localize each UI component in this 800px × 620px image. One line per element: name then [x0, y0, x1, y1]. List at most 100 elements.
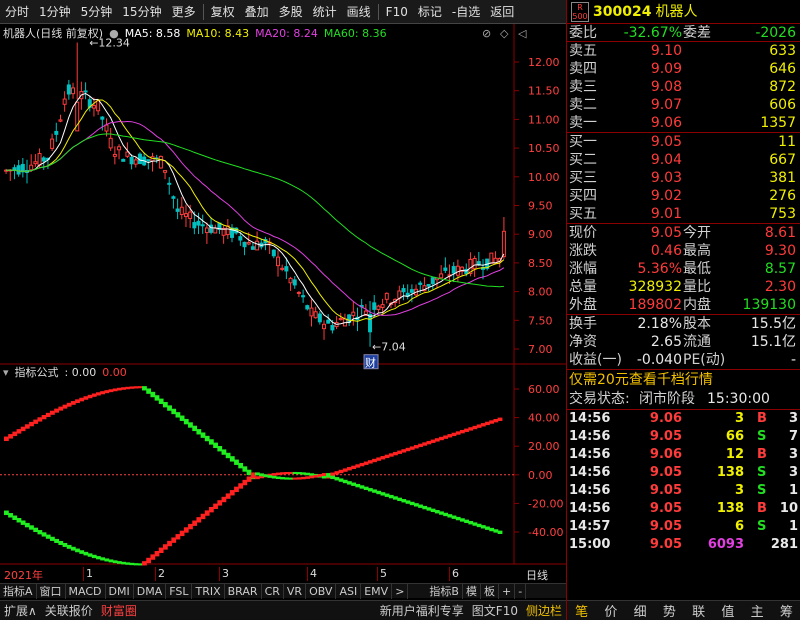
indicator-line-lower — [200, 513, 206, 520]
indicator-tab[interactable]: 指标A — [0, 583, 37, 599]
quote-tab[interactable]: 联 — [684, 601, 713, 620]
quote-row: 卖二 9.07 606 — [567, 96, 800, 114]
indicator-line-lower — [221, 496, 227, 503]
indicator-tab[interactable]: VR — [284, 583, 307, 599]
indicator-tab[interactable]: CR — [262, 583, 284, 599]
tick-count: 3 — [788, 411, 798, 426]
close-icon[interactable]: ⊘ — [482, 27, 491, 40]
indicator-line-lower — [472, 522, 478, 526]
quote-tab[interactable]: 值 — [713, 601, 742, 620]
indicator-line-lower — [259, 473, 264, 477]
indicator-line-lower — [301, 476, 306, 480]
toolbar-button[interactable]: 1分钟 — [34, 0, 76, 24]
tick-volume: 12 — [725, 447, 744, 462]
ask-volume: 606 — [769, 97, 796, 113]
quote-tab[interactable]: 主 — [743, 601, 772, 620]
quote-row: 净资 2.65 流通 15.1亿 — [567, 333, 800, 351]
toolbar-button[interactable]: 标记 — [413, 0, 447, 24]
indicator-line-upper — [150, 391, 156, 398]
candle-body — [443, 267, 448, 271]
quote-tab[interactable]: 价 — [596, 601, 625, 620]
toolbar-button[interactable]: 更多 — [167, 0, 201, 24]
indicator-tab[interactable]: 指标B — [426, 583, 463, 599]
indicator-line-upper — [91, 393, 97, 397]
indicator-tab[interactable]: > — [392, 583, 409, 599]
period-label[interactable]: 日线 — [526, 567, 548, 583]
bottom-link[interactable]: 侧边栏 — [522, 602, 566, 619]
quote-row: 交易状态: 闭市阶段 15:30:00 — [567, 390, 800, 410]
quote-tab[interactable]: 笔 — [567, 601, 596, 620]
exchange-badge: R 500 — [571, 1, 589, 22]
indicator-tab[interactable]: DMI — [106, 583, 134, 599]
indicator-line-upper — [418, 443, 423, 448]
toolbar-button[interactable]: 分时 — [0, 0, 34, 24]
toolbar-button[interactable]: 叠加 — [240, 0, 274, 24]
indicator-title[interactable]: 指标公式 — [15, 364, 59, 380]
indicator-line-upper — [16, 429, 22, 434]
indicator-line-upper — [221, 449, 227, 455]
toolbar-button[interactable]: F10 — [381, 0, 413, 24]
indicator-line-upper — [125, 386, 131, 390]
quote-tab[interactable]: 细 — [626, 601, 655, 620]
indicator-line-upper — [447, 434, 453, 438]
bottom-link[interactable]: 关联报价 — [41, 602, 97, 619]
dropdown-icon[interactable]: ▾ — [3, 366, 9, 379]
ask-price: 9.08 — [650, 79, 682, 95]
indicator-tab[interactable]: FSL — [166, 583, 193, 599]
indicator-line-lower — [158, 547, 164, 553]
bottom-link[interactable]: 图文F10 — [468, 602, 522, 619]
indicator-tab[interactable]: + — [499, 583, 516, 599]
indicator-tab[interactable]: ASI — [336, 583, 362, 599]
settings-icon[interactable]: ● — [109, 27, 119, 40]
candle-body — [409, 289, 414, 293]
toolbar-button[interactable]: 15分钟 — [117, 0, 166, 24]
bottom-link[interactable]: 财富圈 — [97, 602, 141, 619]
indicator-line-upper — [154, 395, 160, 401]
indicator-line-lower — [96, 556, 101, 560]
indicator-tab[interactable]: 板 — [481, 583, 499, 599]
indicator-tab[interactable]: TRIX — [192, 583, 225, 599]
indicator-line-upper — [100, 391, 105, 395]
indicator-line-upper — [200, 432, 206, 438]
quote-bottom-tabs: 笔价细势联值主筹 — [567, 600, 800, 620]
quote-tab[interactable]: 筹 — [772, 601, 800, 620]
indicator-tab[interactable]: MACD — [66, 583, 106, 599]
toolbar-button[interactable]: 5分钟 — [76, 0, 118, 24]
indicator-tab[interactable]: DMA — [134, 583, 167, 599]
indicator-tab[interactable]: 窗口 — [37, 583, 66, 599]
indicator-tab[interactable]: 模 — [463, 583, 481, 599]
weicha-value: -2026 — [755, 25, 796, 41]
toolbar-button[interactable]: -自选 — [447, 0, 485, 24]
indicator-tab[interactable]: BRAR — [225, 583, 262, 599]
bottom-link[interactable]: 扩展∧ — [0, 602, 41, 619]
indicator-tab[interactable]: EMV — [361, 583, 393, 599]
candle-body — [33, 161, 38, 165]
promo-link[interactable]: 仅需20元查看千档行情 — [567, 370, 800, 390]
indicator-line-upper — [242, 466, 248, 472]
toolbar-button[interactable]: 画线 — [342, 0, 376, 24]
candle-body — [50, 138, 55, 149]
toolbar-button[interactable]: 返回 — [485, 0, 519, 24]
indicator-line-upper — [367, 460, 373, 464]
collapse-icon[interactable]: ◁ — [518, 27, 526, 40]
indicator-tick-label: -40.00 — [528, 526, 563, 539]
indicator-line-upper — [116, 387, 122, 391]
toolbar-button[interactable]: 复权 — [206, 0, 240, 24]
stat-label: 股本 — [683, 316, 711, 332]
toolbar-button[interactable]: 统计 — [308, 0, 342, 24]
indicator-line-upper — [280, 472, 285, 475]
candle-body — [322, 323, 327, 330]
restore-icon[interactable]: ◇ — [500, 27, 508, 40]
stat-value: 8.57 — [764, 261, 796, 277]
indicator-tab[interactable]: OBV — [306, 583, 337, 599]
indicator-line-lower — [296, 477, 302, 480]
bottom-link[interactable]: 新用户福利专享 — [376, 602, 468, 619]
quote-tab[interactable]: 势 — [655, 601, 684, 620]
chart-canvas[interactable]: 12.0011.5011.0010.5010.009.509.008.508.0… — [0, 24, 566, 584]
indicator-tab[interactable]: - — [515, 583, 527, 599]
indicator-line-lower — [234, 486, 239, 493]
date-label: 6 — [452, 567, 459, 580]
indicator-line-lower — [380, 492, 386, 496]
candle-body — [66, 84, 71, 95]
toolbar-button[interactable]: 多股 — [274, 0, 308, 24]
